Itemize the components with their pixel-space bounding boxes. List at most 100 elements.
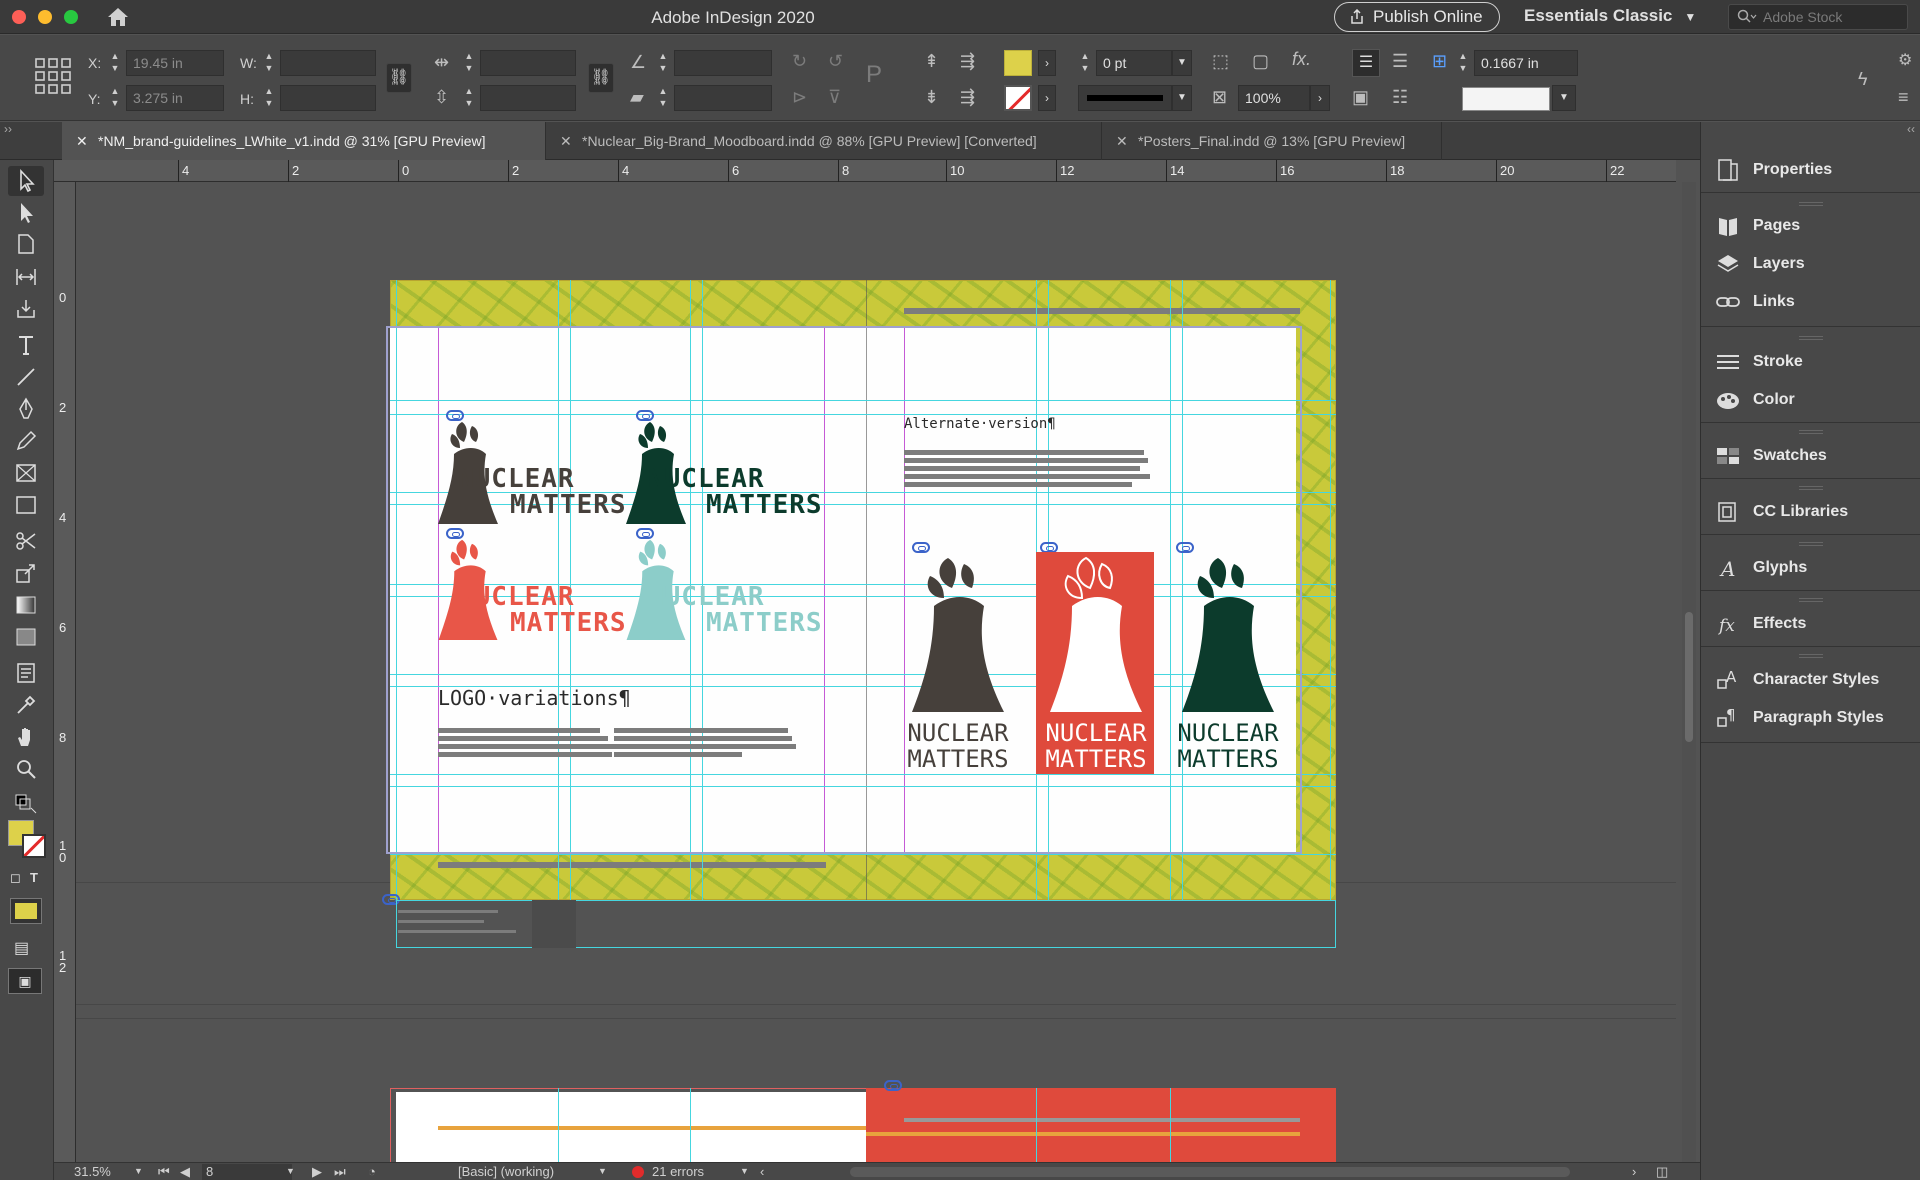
flip-vertical-icon[interactable]: ⊽: [828, 87, 841, 107]
page-dropdown-icon[interactable]: ▼: [286, 1166, 295, 1176]
apply-gradient-icon[interactable]: ▤: [14, 938, 29, 958]
link-badge-icon[interactable]: [912, 542, 930, 553]
page-number-field[interactable]: 8: [202, 1164, 292, 1180]
width-field[interactable]: [280, 50, 376, 76]
zoom-tool[interactable]: [8, 754, 44, 784]
paragraph-p-icon[interactable]: P: [866, 63, 882, 87]
split-window-icon[interactable]: ◫: [1656, 1164, 1668, 1180]
panel-links[interactable]: Links: [1701, 284, 1920, 320]
zoom-level[interactable]: 31.5%: [74, 1164, 111, 1179]
line-tool[interactable]: [8, 362, 44, 392]
stroke-menu-button[interactable]: ›: [1038, 85, 1056, 111]
screen-mode-icon[interactable]: ▣: [8, 968, 42, 994]
formatting-text-icon[interactable]: T: [30, 870, 38, 885]
constrain-proportions-icon[interactable]: ⛓: [386, 63, 412, 93]
shear-field[interactable]: [674, 85, 772, 111]
text-wrap-icon[interactable]: ▣: [1352, 87, 1369, 107]
panel-swatches[interactable]: Swatches: [1701, 438, 1920, 474]
frame-fitting-dropdown[interactable]: ▼: [1552, 85, 1576, 111]
panel-stroke[interactable]: Stroke: [1701, 344, 1920, 380]
rotate-stepper[interactable]: ▲ ▼: [656, 50, 670, 76]
rotate-cw-icon[interactable]: ↻: [792, 51, 807, 71]
scale-y-field[interactable]: [480, 85, 576, 111]
constrain-scale-icon[interactable]: ⛓: [588, 63, 614, 93]
grid-frame-icon[interactable]: ⊞: [1432, 51, 1447, 71]
fill-menu-button[interactable]: ›: [1038, 50, 1056, 76]
gutter-field[interactable]: 0.1667 in: [1474, 50, 1578, 76]
default-fill-stroke[interactable]: [8, 790, 44, 814]
page-tool[interactable]: [8, 230, 44, 260]
errors-dropdown-icon[interactable]: ▼: [740, 1166, 749, 1176]
panel-character-styles[interactable]: A Character Styles: [1701, 662, 1920, 698]
fx-icon[interactable]: fx.: [1292, 49, 1311, 69]
flip-horizontal-icon[interactable]: ⊳: [792, 87, 807, 107]
collapse-tools-icon[interactable]: ››: [4, 122, 12, 136]
y-position-field[interactable]: 3.275 in: [126, 85, 224, 111]
stroke-weight-stepper[interactable]: ▲ ▼: [1078, 50, 1092, 76]
vertical-scrollbar[interactable]: [1682, 182, 1696, 1162]
gear-icon[interactable]: ⚙: [1898, 51, 1912, 71]
rotate-ccw-icon[interactable]: ↺: [828, 51, 843, 71]
text-wrap-around-icon[interactable]: ☷: [1392, 87, 1408, 107]
scale-y-stepper[interactable]: ▲ ▼: [462, 85, 476, 111]
gap-tool[interactable]: [8, 262, 44, 292]
panel-color[interactable]: Color: [1701, 382, 1920, 418]
panel-glyphs[interactable]: A Glyphs: [1701, 550, 1920, 586]
panel-effects[interactable]: fx Effects: [1701, 606, 1920, 642]
link-badge-icon[interactable]: [1176, 542, 1194, 553]
gradient-tool[interactable]: [8, 590, 44, 620]
last-page-icon[interactable]: ⏭: [334, 1164, 346, 1180]
panel-pages[interactable]: Pages: [1701, 208, 1920, 244]
scroll-thumb[interactable]: [1685, 612, 1693, 742]
previous-page-icon[interactable]: ◀: [180, 1164, 190, 1180]
adobe-stock-search[interactable]: Adobe Stock: [1728, 4, 1908, 30]
gutter-stepper[interactable]: ▲ ▼: [1456, 50, 1470, 76]
free-transform-tool[interactable]: [8, 558, 44, 588]
type-tool[interactable]: [8, 330, 44, 360]
corner-options-icon[interactable]: ⬚: [1212, 51, 1229, 71]
stroke-type-dropdown[interactable]: ▼: [1172, 85, 1192, 111]
rectangle-tool[interactable]: [8, 490, 44, 520]
stroke-weight-field[interactable]: 0 pt: [1096, 50, 1172, 76]
collapse-dock-icon[interactable]: ‹‹: [1907, 122, 1915, 136]
preflight-profile[interactable]: [Basic] (working): [458, 1164, 554, 1179]
fill-swatch[interactable]: [1004, 50, 1032, 76]
content-collector-tool[interactable]: [8, 294, 44, 324]
stroke-color-box[interactable]: [22, 834, 46, 858]
vertical-ruler[interactable]: 0 2 4 6 8 1 0 1 2: [54, 182, 76, 1162]
pencil-tool[interactable]: [8, 426, 44, 456]
stroke-weight-dropdown[interactable]: ▼: [1172, 50, 1192, 76]
frame-fitting-preview[interactable]: [1462, 87, 1550, 111]
formatting-container-icon[interactable]: ◻: [10, 870, 21, 886]
publish-online-button[interactable]: Publish Online: [1334, 2, 1500, 32]
align-left-icon[interactable]: ☰: [1352, 49, 1380, 77]
panel-paragraph-styles[interactable]: ¶ Paragraph Styles: [1701, 700, 1920, 736]
pen-tool[interactable]: [8, 394, 44, 424]
panel-properties[interactable]: Properties: [1701, 152, 1920, 188]
close-tab-icon[interactable]: ✕: [76, 122, 88, 160]
panel-layers[interactable]: Layers: [1701, 246, 1920, 282]
zoom-dropdown-icon[interactable]: ▼: [134, 1166, 143, 1176]
scissors-tool[interactable]: [8, 526, 44, 556]
note-tool[interactable]: [8, 658, 44, 688]
w-stepper[interactable]: ▲ ▼: [262, 50, 276, 76]
stroke-swatch[interactable]: [1004, 85, 1032, 111]
reference-point-icon[interactable]: [34, 57, 72, 95]
profile-dropdown-icon[interactable]: ▼: [598, 1166, 607, 1176]
gradient-feather-tool[interactable]: [8, 622, 44, 652]
x-position-field[interactable]: 19.45 in: [126, 50, 224, 76]
hand-tool[interactable]: [8, 722, 44, 752]
rotate-field[interactable]: [674, 50, 772, 76]
shear-stepper[interactable]: ▲ ▼: [656, 85, 670, 111]
close-tab-icon[interactable]: ✕: [1116, 122, 1128, 160]
height-field[interactable]: [280, 85, 376, 111]
opacity-field[interactable]: 100%: [1238, 85, 1310, 111]
align-center-icon[interactable]: ☰: [1392, 51, 1408, 71]
horizontal-scrollbar[interactable]: [850, 1167, 1570, 1177]
select-container-icon[interactable]: ⇞: [924, 51, 939, 71]
scale-x-stepper[interactable]: ▲ ▼: [462, 50, 476, 76]
error-count[interactable]: 21 errors: [652, 1164, 704, 1179]
preflight-profile-icon[interactable]: ◔: [368, 1164, 376, 1179]
eyedropper-tool[interactable]: [8, 690, 44, 720]
select-next-icon[interactable]: ⇶: [960, 87, 975, 107]
